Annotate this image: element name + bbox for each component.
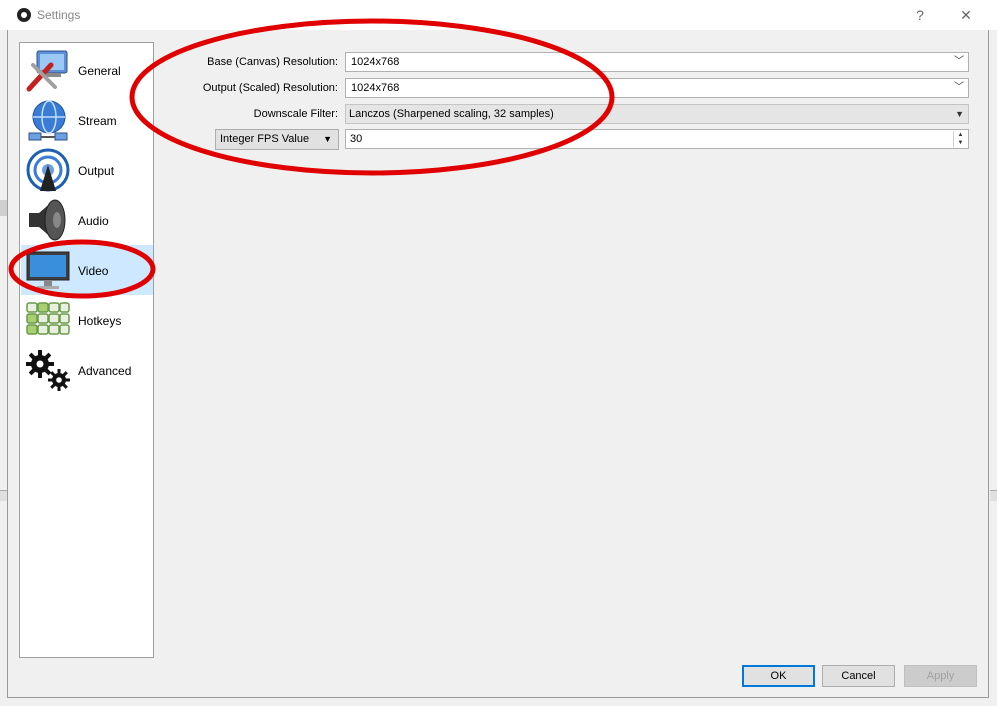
help-button[interactable]: ? xyxy=(905,5,935,25)
background-window-edge xyxy=(0,200,7,216)
video-icon xyxy=(26,251,70,289)
sidebar-item-label: Hotkeys xyxy=(78,314,122,328)
output-resolution-value: 1024x768 xyxy=(351,82,400,94)
sidebar-item-hotkeys[interactable]: Hotkeys xyxy=(21,295,153,345)
settings-sidebar: General Stream Output Audio Video Hotkey… xyxy=(19,42,154,658)
audio-icon xyxy=(29,199,66,241)
fps-value: 30 xyxy=(350,133,363,145)
cancel-button[interactable]: Cancel xyxy=(822,665,895,687)
base-resolution-combo[interactable]: 1024x768 ﹀ xyxy=(345,52,969,72)
sidebar-item-label: Output xyxy=(78,164,115,178)
fps-type-dropdown[interactable]: Integer FPS Value ▼ xyxy=(215,129,339,150)
general-icon xyxy=(26,50,68,92)
output-resolution-combo[interactable]: 1024x768 ﹀ xyxy=(345,78,969,98)
sidebar-item-label: Stream xyxy=(78,114,117,128)
base-resolution-label: Base (Canvas) Resolution: xyxy=(207,56,338,68)
title-bar: Settings ? ✕ xyxy=(0,0,997,30)
window-title: Settings xyxy=(37,8,81,22)
sidebar-item-audio[interactable]: Audio xyxy=(21,195,153,245)
sidebar-item-video[interactable]: Video xyxy=(21,245,153,295)
sidebar-item-output[interactable]: Output xyxy=(21,145,153,195)
chevron-down-icon: ﹀ xyxy=(954,56,964,67)
sidebar-item-label: Video xyxy=(78,264,109,278)
sidebar-item-label: Advanced xyxy=(78,364,132,378)
base-resolution-value: 1024x768 xyxy=(351,56,400,68)
downscale-filter-value: Lanczos (Sharpened scaling, 32 samples) xyxy=(349,108,554,120)
output-icon xyxy=(26,148,70,192)
stream-icon xyxy=(28,100,68,141)
downscale-filter-label: Downscale Filter: xyxy=(253,108,338,120)
sidebar-item-label: Audio xyxy=(78,214,109,228)
apply-button[interactable]: Apply xyxy=(904,665,977,687)
background-window-edge xyxy=(990,490,997,501)
chevron-down-icon: ﹀ xyxy=(954,82,964,93)
fps-value-spinbox[interactable]: 30 ▲ ▼ xyxy=(345,129,969,149)
ok-button[interactable]: OK xyxy=(742,665,815,687)
background-window-edge xyxy=(0,490,7,501)
spin-buttons[interactable]: ▲ ▼ xyxy=(953,131,967,147)
sidebar-item-advanced[interactable]: Advanced xyxy=(21,345,153,395)
dropdown-arrow-icon: ▼ xyxy=(955,109,964,119)
hotkeys-icon xyxy=(26,302,70,335)
close-button[interactable]: ✕ xyxy=(951,5,981,25)
sidebar-item-label: General xyxy=(78,64,121,78)
sidebar-item-stream[interactable]: Stream xyxy=(21,95,153,145)
fps-type-value: Integer FPS Value xyxy=(220,133,310,145)
advanced-icon xyxy=(26,350,70,391)
obs-logo-icon xyxy=(17,8,31,22)
sidebar-item-general[interactable]: General xyxy=(21,45,153,95)
output-resolution-label: Output (Scaled) Resolution: xyxy=(202,82,338,94)
downscale-filter-dropdown[interactable]: Lanczos (Sharpened scaling, 32 samples) … xyxy=(345,104,969,124)
dropdown-arrow-icon: ▼ xyxy=(323,134,332,144)
